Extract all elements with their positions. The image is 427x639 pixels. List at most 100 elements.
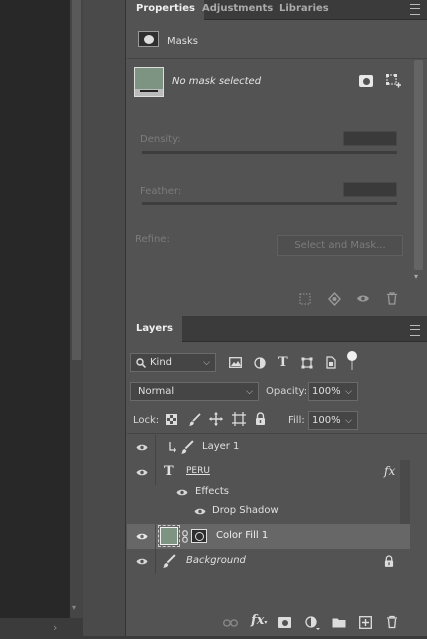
filter-kind-value: Kind [150,357,173,368]
brush-icon [162,554,176,568]
filter-adjustment-layers-icon[interactable] [254,357,266,369]
visibility-eye-icon[interactable] [136,557,148,566]
panel-menu-icon[interactable] [410,4,420,15]
layer-name[interactable]: Background [186,555,246,566]
fill-value: 100% [312,415,341,426]
lock-position-icon[interactable] [209,412,223,426]
canvas-bottom-bar: › [0,618,83,639]
brush-icon [180,440,194,454]
properties-footer [127,291,427,311]
fill-label: Fill: [288,415,305,426]
layer-name[interactable]: Color Fill 1 [216,530,268,541]
select-and-mask-button[interactable]: Select and Mask... [277,235,403,256]
density-label: Density: [140,134,181,145]
load-selection-icon[interactable] [299,293,311,305]
panel-dock-gap [83,0,126,636]
search-icon [136,358,146,368]
layers-panel-menu-icon[interactable] [410,325,420,336]
masks-header: Masks [127,21,427,59]
layer-effects-fx-icon[interactable]: fx [384,464,395,478]
add-pixel-mask-icon[interactable] [359,75,373,87]
layer-thumbnail [134,67,164,97]
opacity-value: 100% [312,386,341,397]
clipping-arrow-icon [168,442,176,453]
mask-status-row: No mask selected [127,60,427,104]
properties-panel: Properties Adjustments Libraries Masks N… [127,0,427,313]
layers-list-divider [127,433,427,434]
visibility-eye-icon[interactable] [194,507,206,516]
scrollbar-thumb[interactable] [414,60,423,270]
filter-pixel-layers-icon[interactable] [229,357,242,368]
filter-kind-dropdown[interactable]: Kind ⌵ [130,353,216,372]
link-layers-icon[interactable] [223,619,238,627]
new-group-icon[interactable] [332,617,346,628]
filter-type-layers-icon[interactable]: T [278,355,288,370]
opacity-field[interactable]: 100% ⌵ [308,382,358,401]
new-adjustment-layer-icon[interactable] [305,616,320,631]
chevron-down-icon: ⌵ [203,358,210,368]
layers-tab-bar: Layers [127,316,427,342]
filter-smart-objects-icon[interactable] [326,356,336,369]
lock-image-pixels-icon[interactable] [188,413,201,426]
refine-label: Refine: [135,234,170,245]
properties-tab-bar: Properties Adjustments Libraries [127,0,427,20]
scroll-down-icon[interactable]: ▾ [72,603,76,612]
scrollbar-thumb[interactable] [72,0,81,360]
canvas-vertical-scrollbar[interactable]: ▾ [70,0,83,618]
add-vector-mask-icon[interactable] [385,73,401,89]
effects-row[interactable]: Effects [127,482,410,502]
visibility-eye-icon[interactable] [356,294,370,303]
tab-layers[interactable]: Layers [127,316,182,342]
link-icon[interactable] [182,530,188,543]
lock-artboard-icon[interactable] [232,412,246,426]
lock-transparent-pixels-icon[interactable] [166,414,177,425]
layer-row-selected[interactable]: Color Fill 1 [127,524,410,549]
effect-row[interactable]: Drop Shadow [127,501,410,521]
lock-label: Lock: [133,415,160,426]
effects-label: Effects [195,486,229,497]
layer-row[interactable]: Background [127,549,410,574]
layers-footer: fx▾ [127,611,427,636]
visibility-eye-icon[interactable] [136,443,148,452]
chevron-down-icon[interactable]: ⌵ [345,413,352,430]
chevron-down-icon[interactable]: ⌵ [345,384,352,401]
mask-options: Density: Feather: Refine: Select and Mas… [127,112,410,312]
chevron-right-icon[interactable]: › [53,621,57,634]
layer-mask-thumbnail[interactable] [191,529,207,543]
chevron-down-icon: ⌵ [246,387,253,397]
scroll-down-icon[interactable]: ▾ [414,272,418,281]
feather-slider[interactable] [142,202,397,205]
density-value-field[interactable] [343,131,397,146]
add-mask-icon[interactable] [278,617,291,628]
properties-scrollbar[interactable]: ▾ [412,60,425,286]
blend-mode-dropdown[interactable]: Normal ⌵ [130,382,259,401]
tab-libraries[interactable]: Libraries [270,0,338,20]
apply-mask-icon[interactable] [327,292,342,306]
opacity-label: Opacity: [266,386,308,397]
tab-adjustments[interactable]: Adjustments [193,0,282,20]
blend-mode-value: Normal [138,386,175,397]
visibility-eye-icon[interactable] [136,468,148,477]
visibility-eye-icon[interactable] [136,532,148,541]
mask-status-text: No mask selected [172,76,262,87]
lock-all-icon[interactable] [255,412,266,425]
layer-name[interactable]: PERU [186,466,210,476]
delete-layer-icon[interactable] [386,615,398,629]
fill-field[interactable]: 100% ⌵ [308,411,358,430]
filter-shape-layers-icon[interactable] [301,357,313,369]
density-slider[interactable] [142,151,397,154]
color-fill-swatch[interactable] [158,525,180,547]
layer-row[interactable]: Layer 1 [127,435,410,460]
layer-name[interactable]: Layer 1 [202,441,239,452]
add-layer-style-icon[interactable]: fx▾ [251,613,267,628]
effect-name: Drop Shadow [212,505,279,516]
visibility-eye-icon[interactable] [176,488,188,497]
feather-value-field[interactable] [343,182,397,197]
type-layer-icon: T [164,464,174,479]
feather-label: Feather: [140,186,182,197]
document-canvas-area[interactable] [0,0,70,618]
trash-icon[interactable] [386,292,398,305]
pixel-mask-icon [138,31,159,47]
filter-toggle-switch[interactable] [347,351,357,371]
new-layer-icon[interactable] [359,616,372,629]
